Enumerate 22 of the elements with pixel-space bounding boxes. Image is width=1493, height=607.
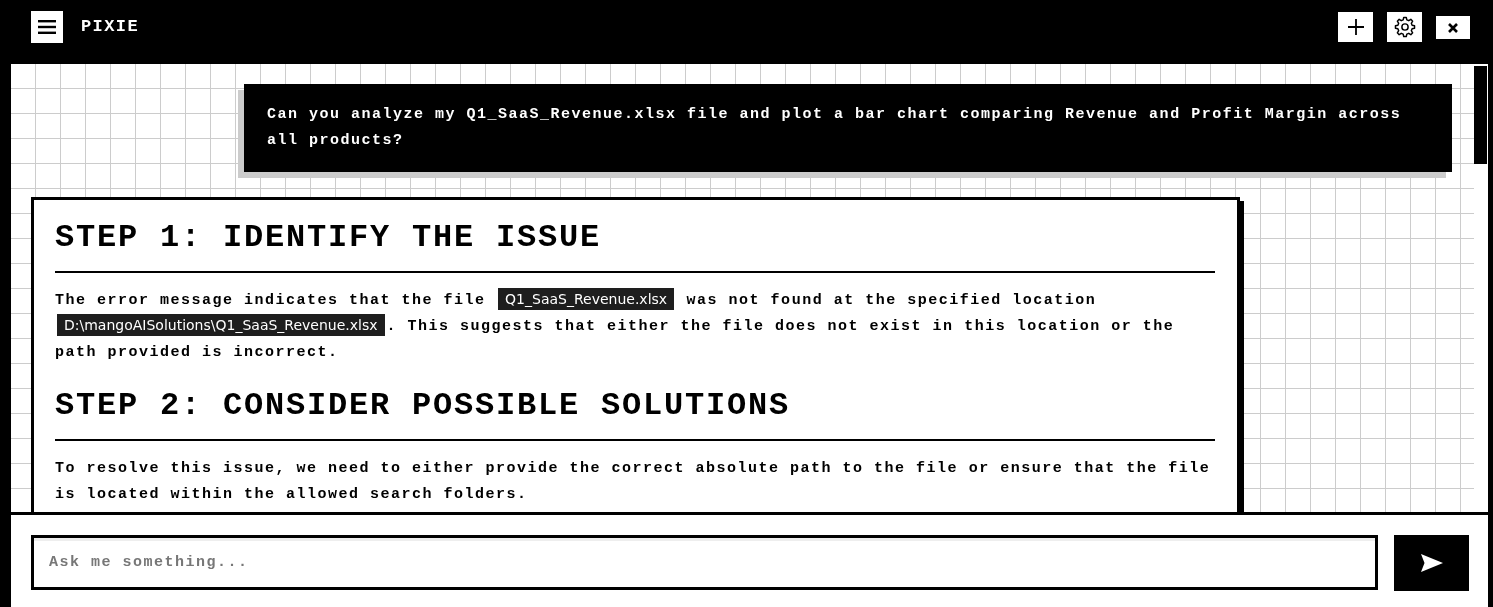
- close-button[interactable]: [1436, 16, 1470, 39]
- section-heading: STEP 2: CONSIDER POSSIBLE SOLUTIONS: [55, 387, 792, 425]
- menu-icon: [38, 20, 56, 34]
- paragraph-text: The error message indicates that the file: [55, 292, 487, 309]
- scrollbar-thumb[interactable]: [1474, 66, 1487, 164]
- settings-button[interactable]: [1387, 12, 1422, 42]
- settings-icon: [1393, 16, 1416, 38]
- section-heading: STEP 1: IDENTIFY THE ISSUE: [55, 219, 603, 257]
- menu-button[interactable]: [31, 11, 63, 43]
- message-input[interactable]: Ask me something...: [31, 535, 1378, 590]
- send-icon: [1420, 554, 1443, 572]
- paragraph-text: . This suggests that either the file does not exist in this location or the: [386, 318, 1175, 335]
- paragraph-text: To resolve this issue, we need to either provide the correct absolute path to the file or ensure that the file is located within the allowed search folders.: [55, 460, 1211, 503]
- plus-icon: [1347, 19, 1364, 35]
- new-chat-button[interactable]: [1338, 12, 1373, 42]
- paragraph-text: path provided is incorrect.: [55, 344, 339, 361]
- paragraph-text: was not found at the specified location: [685, 292, 1097, 309]
- close-icon: [1448, 22, 1458, 33]
- send-button[interactable]: [1394, 535, 1469, 591]
- app-title: PIXIE: [81, 16, 139, 38]
- code-snippet: Q1_SaaS_Revenue.xlsx: [498, 288, 675, 310]
- code-snippet: D:\mangoAISolutions\Q1_SaaS_Revenue.xlsx: [57, 314, 385, 336]
